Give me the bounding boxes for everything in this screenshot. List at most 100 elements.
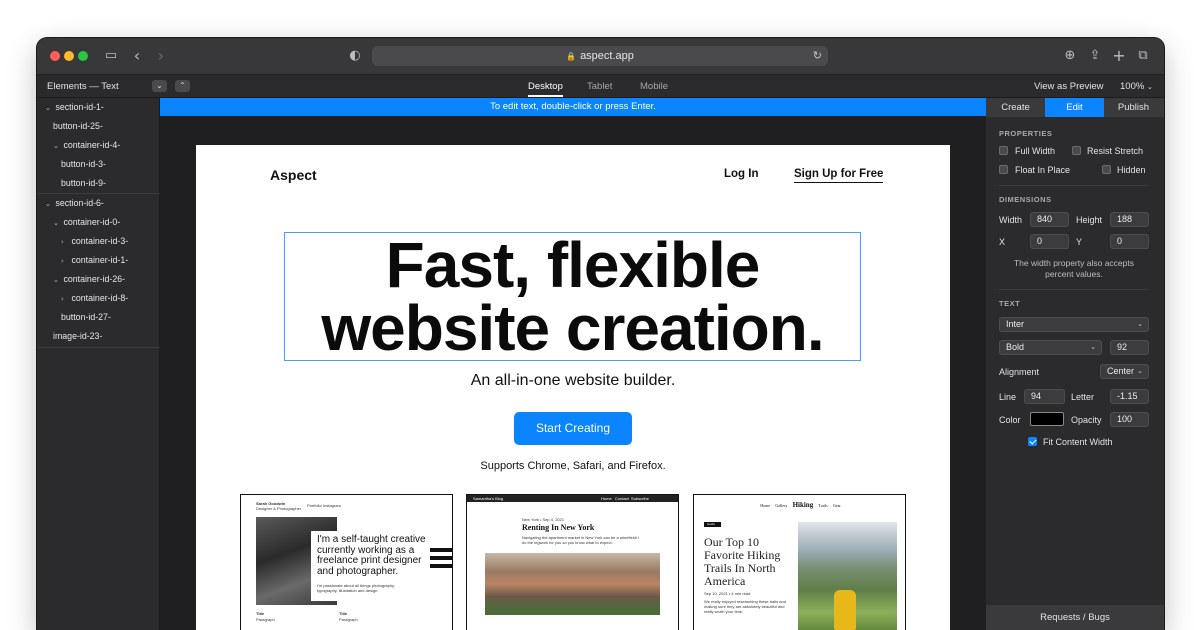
tree-item[interactable]: button-id-3- [37,155,160,174]
tree-item-label: container-id-3- [71,236,129,246]
tree-item[interactable]: ⌄ section-id-1- [37,98,160,117]
tab-publish[interactable]: Publish [1104,98,1163,117]
full-width-label: Full Width [1015,146,1056,156]
forward-arrow-icon[interactable]: › [153,48,169,64]
signup-link[interactable]: Sign Up for Free [794,168,884,183]
tree-item[interactable]: › container-id-8- [37,289,160,308]
tree-item[interactable]: ⌄ section-id-6- [37,194,160,213]
tree-item[interactable]: ⌄ container-id-0- [37,213,160,232]
minimize-window-button[interactable] [64,51,74,61]
expand-down-button[interactable]: ⌄ [152,80,167,92]
thumb-col-text: Paragraph [256,617,275,622]
browser-support-text[interactable]: Supports Chrome, Safari, and Firefox. [196,460,950,472]
tab-edit[interactable]: Edit [1045,98,1104,117]
collapse-up-button[interactable]: ⌃ [175,80,190,92]
template-thumbnail-blog[interactable]: Samantha's Blog Home Contact Subscribe N… [466,494,679,630]
view-as-preview-button[interactable]: View as Preview [1034,81,1104,92]
resist-stretch-label: Resist Stretch [1087,146,1144,156]
url-text: aspect.app [580,50,634,62]
tree-item[interactable]: button-id-27- [37,308,160,327]
edit-hint-bar: To edit text, double-click or press Ente… [160,98,986,116]
opacity-input[interactable]: 100 [1110,412,1149,427]
login-link[interactable]: Log In [724,168,759,180]
thumb-badge: Guide [704,522,721,527]
tree-item[interactable]: › container-id-1- [37,251,160,270]
tree-item[interactable]: image-id-23- [37,327,160,346]
thumb-nav: Portfolio [307,503,322,508]
new-tab-icon[interactable]: + [1111,48,1127,64]
hero-line-2: website creation. [321,292,824,364]
tree-item[interactable]: button-id-9- [37,174,160,193]
tab-mobile[interactable]: Mobile [640,81,668,92]
tree-item[interactable]: › container-id-3- [37,232,160,251]
height-label: Height [1076,215,1103,225]
letter-spacing-input[interactable]: -1.15 [1110,389,1149,404]
privacy-shield-icon[interactable]: ◐ [347,48,363,64]
full-width-checkbox[interactable] [999,146,1008,155]
address-bar[interactable]: 🔒 aspect.app ↻ [372,46,828,66]
resist-stretch-checkbox[interactable] [1072,146,1081,155]
zoom-window-button[interactable] [78,51,88,61]
x-input[interactable]: 0 [1030,234,1069,249]
font-size-input[interactable]: 92 [1110,340,1149,355]
chevron-down-icon: ⌄ [45,104,51,112]
template-thumbnail-portfolio[interactable]: Sarah Goodwin Designer & Photographer Po… [240,494,453,630]
width-input[interactable]: 840 [1030,212,1069,227]
thumb-quote: I'm a self-taught creative currently wor… [317,534,426,577]
font-weight-select[interactable]: Bold ⌄ [999,340,1102,355]
download-icon[interactable]: ⊕ [1062,48,1078,64]
start-creating-button[interactable]: Start Creating [514,412,632,445]
share-icon[interactable]: ⇪ [1087,48,1103,64]
tree-item[interactable]: ⌄ container-id-26- [37,270,160,289]
chevron-down-icon: ⌄ [1146,83,1153,91]
tab-overview-icon[interactable]: ⧉ [1135,48,1151,64]
tree-item-label: container-id-1- [71,255,129,265]
height-input[interactable]: 188 [1110,212,1149,227]
thumb-intro: do the legwork for you so you know what … [522,540,613,545]
back-arrow-icon[interactable]: ‹ [129,48,145,64]
sidebar-toggle-icon[interactable]: ▭ [103,48,119,64]
close-window-button[interactable] [50,51,60,61]
hero-subheading[interactable]: An all-in-one website builder. [196,372,950,390]
tab-desktop[interactable]: Desktop [528,81,563,92]
fit-content-width-checkbox[interactable] [1028,437,1037,446]
editor-canvas: To edit text, double-click or press Ente… [160,98,986,630]
tab-tablet[interactable]: Tablet [587,81,612,92]
editor-toolbar: Elements — Text ⌄ ⌃ Desktop Tablet Mobil… [37,75,1164,98]
tree-item[interactable]: button-id-25- [37,117,160,136]
chevron-down-icon: ⌄ [1090,343,1096,351]
fit-content-width-label: Fit Content Width [1043,437,1113,447]
decorative-stripes [430,548,452,568]
hero-heading[interactable]: Fast, flexible website creation. [284,233,861,364]
chevron-down-icon: ⌄ [1137,320,1143,328]
float-in-place-checkbox[interactable] [999,165,1008,174]
tab-create[interactable]: Create [986,98,1045,117]
alignment-select[interactable]: Center ⌄ [1100,364,1149,379]
y-label: Y [1076,237,1083,247]
tree-item[interactable]: ⌄ container-id-4- [37,136,160,155]
font-family-select[interactable]: Inter ⌄ [999,317,1149,332]
reload-icon[interactable]: ↻ [813,46,822,66]
x-label: X [999,237,1006,247]
tree-item-label: button-id-27- [61,312,111,322]
thumb-col-title: Title [256,611,265,616]
panel-tabs: Create Edit Publish [986,98,1164,117]
requests-bugs-button[interactable]: Requests / Bugs [986,605,1164,630]
hidden-checkbox[interactable] [1102,165,1111,174]
font-family-value: Inter [1006,319,1025,329]
zoom-select[interactable]: 100% ⌄ [1120,81,1153,92]
thumb-body: We really enjoyed researching these trai… [704,599,786,614]
thumb-nav: Home [760,503,771,508]
template-thumbnail-hiking[interactable]: Home Gallery Hiking Trails Gear Guide Ou… [693,494,906,630]
alignment-value: Center [1107,366,1135,376]
y-input[interactable]: 0 [1110,234,1149,249]
opacity-label: Opacity [1071,415,1102,425]
thumb-badge-text: Guide [707,522,716,526]
browser-titlebar: ▭ ‹ › ◐ 🔒 aspect.app ↻ ⊕ ⇪ + ⧉ [37,38,1164,75]
properties-heading: PROPERTIES [999,129,1053,138]
tree-item-label: section-id-6- [55,198,104,208]
text-color-swatch[interactable] [1030,412,1064,426]
color-label: Color [999,415,1021,425]
line-height-input[interactable]: 94 [1024,389,1065,404]
site-brand[interactable]: Aspect [270,167,317,183]
